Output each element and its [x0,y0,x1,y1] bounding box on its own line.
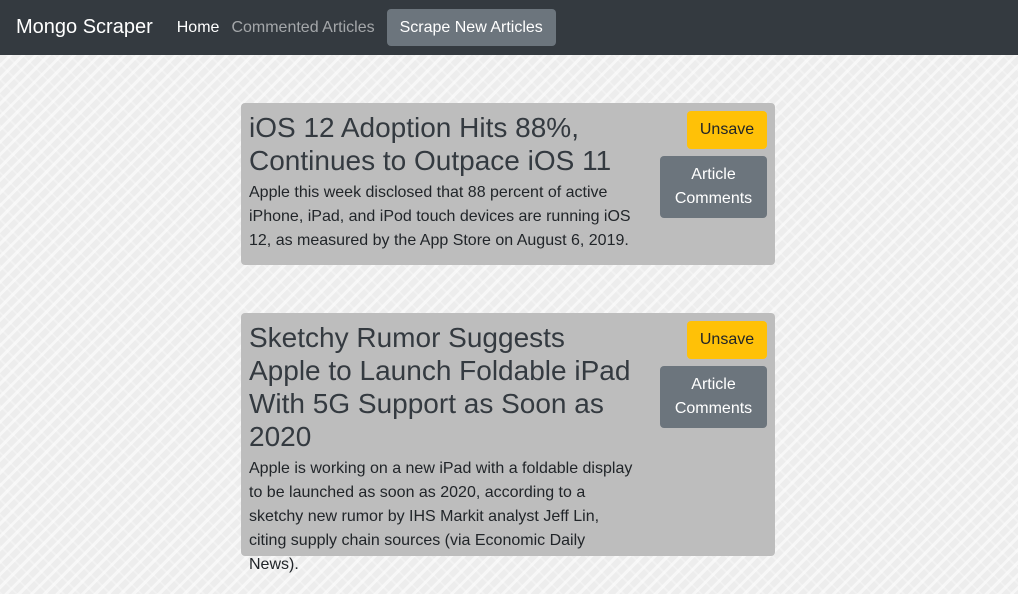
article-summary: Apple is working on a new iPad with a fo… [249,460,633,573]
nav-link-commented-articles[interactable]: Commented Articles [231,19,374,37]
article-body: Sketchy Rumor Suggests Apple to Launch F… [249,321,639,577]
article-comments-button[interactable]: Article Comments [660,156,767,218]
nav-link-home[interactable]: Home [177,19,220,37]
article-summary: Apple this week disclosed that 88 percen… [249,184,631,249]
navbar: Mongo Scraper Home Commented Articles Sc… [0,0,1018,55]
article-body: iOS 12 Adoption Hits 88%, Continues to O… [249,111,639,253]
article-card: iOS 12 Adoption Hits 88%, Continues to O… [241,103,775,265]
article-actions: Unsave Article Comments [660,321,767,428]
article-actions: Unsave Article Comments [660,111,767,218]
unsave-button[interactable]: Unsave [687,111,767,149]
unsave-button[interactable]: Unsave [687,321,767,359]
scrape-new-articles-button[interactable]: Scrape New Articles [386,9,556,46]
brand-link[interactable]: Mongo Scraper [16,16,153,39]
article-title: iOS 12 Adoption Hits 88%, Continues to O… [249,112,612,176]
article-title: Sketchy Rumor Suggests Apple to Launch F… [249,322,631,452]
article-card: Sketchy Rumor Suggests Apple to Launch F… [241,313,775,573]
article-comments-button[interactable]: Article Comments [660,366,767,428]
